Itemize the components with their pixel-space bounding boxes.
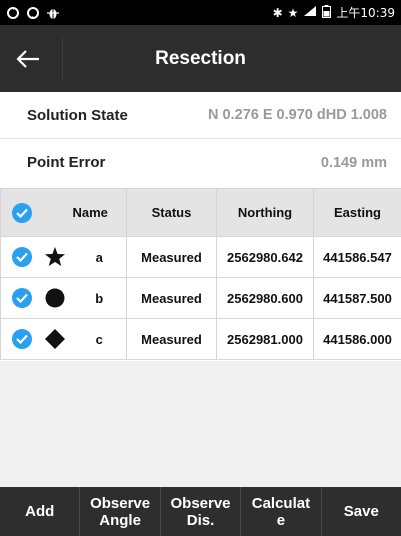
- point-error-label: Point Error: [27, 154, 106, 171]
- column-header-status[interactable]: Status: [126, 188, 217, 237]
- bug-icon: [46, 6, 60, 20]
- signal-4g-icon: [303, 5, 317, 20]
- cell-easting: 441586.000: [313, 318, 401, 360]
- solution-state-label: Solution State: [27, 106, 128, 124]
- check-icon: [12, 202, 32, 223]
- table-row[interactable]: a Measured 2562980.642 441586.547: [0, 236, 401, 278]
- cell-northing: 2562981.000: [216, 318, 314, 360]
- point-error-value: 0.149 mm: [320, 154, 387, 171]
- cell-name: b: [72, 277, 127, 319]
- select-all-checkbox[interactable]: [0, 188, 73, 237]
- column-header-name[interactable]: Name: [72, 188, 127, 237]
- cell-status: Measured: [126, 236, 217, 278]
- save-button[interactable]: Save: [322, 487, 401, 536]
- star-icon: ★: [287, 5, 299, 20]
- status-bar: ✱ ★ 上午10:39: [0, 0, 401, 25]
- column-header-northing[interactable]: Northing: [216, 188, 314, 237]
- calculate-button[interactable]: Calculat e: [241, 487, 322, 536]
- check-icon: [16, 293, 28, 303]
- points-table: Name Status Northing Easting a Measured: [0, 188, 401, 361]
- table-header: Name Status Northing Easting: [0, 188, 401, 237]
- diamond-icon: [44, 328, 66, 350]
- cell-easting: 441586.547: [313, 236, 401, 278]
- table-row[interactable]: b Measured 2562980.600 441587.500: [0, 277, 401, 319]
- cell-northing: 2562980.642: [216, 236, 314, 278]
- cell-name: a: [72, 236, 127, 278]
- row-checkbox[interactable]: [12, 288, 32, 308]
- check-icon: [16, 252, 28, 262]
- add-button[interactable]: Add: [0, 487, 81, 536]
- cell-status: Measured: [126, 318, 217, 360]
- cell-status: Measured: [126, 277, 217, 319]
- check-icon: [16, 334, 28, 344]
- table-row[interactable]: c Measured 2562981.000 441586.000: [0, 318, 401, 360]
- empty-list-area: [0, 361, 401, 487]
- row-checkbox[interactable]: [12, 247, 32, 267]
- point-error-row: Point Error 0.149 mm: [0, 139, 401, 186]
- observe-distance-button[interactable]: Observe Dis.: [161, 487, 242, 536]
- cell-name: c: [72, 318, 127, 360]
- solution-state-row: Solution State N 0.276 E 0.970 dHD 1.008: [0, 92, 401, 139]
- row-checkbox[interactable]: [12, 329, 32, 349]
- circle-icon: [44, 287, 66, 309]
- star-icon: [44, 246, 66, 268]
- sync-icon: [26, 6, 40, 20]
- cell-northing: 2562980.600: [216, 277, 314, 319]
- column-header-easting[interactable]: Easting: [313, 188, 401, 237]
- solution-state-value: N 0.276 E 0.970 dHD 1.008: [208, 107, 387, 123]
- bottom-action-bar: Add Observe Angle Observe Dis. Calculat …: [0, 487, 401, 536]
- cell-easting: 441587.500: [313, 277, 401, 319]
- battery-icon: [322, 4, 332, 21]
- app-bar: Resection: [0, 25, 401, 92]
- status-time: 上午10:39: [336, 6, 395, 20]
- page-title: Resection: [155, 48, 246, 69]
- bluetooth-icon: ✱: [272, 5, 283, 20]
- observe-angle-button[interactable]: Observe Angle: [80, 487, 161, 536]
- sync-icon: [6, 6, 20, 20]
